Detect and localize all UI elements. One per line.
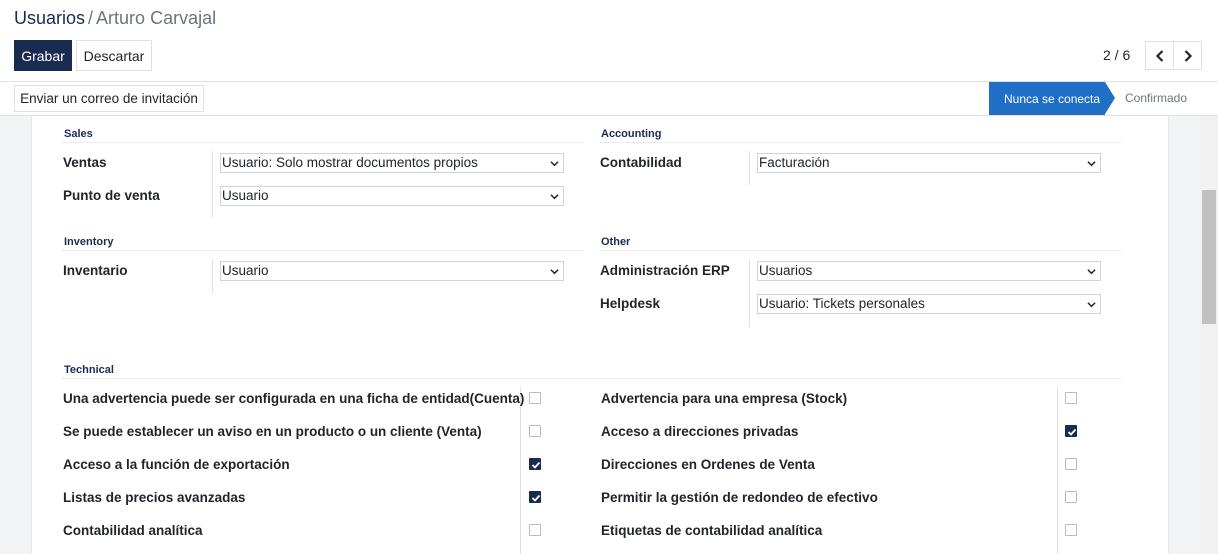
technical-left-checkbox[interactable] [529,458,541,470]
pager-previous-button[interactable] [1145,41,1174,70]
field-label-helpdesk: Helpdesk [600,296,661,311]
control-panel: Usuarios / Arturo Carvajal Grabar Descarta… [0,0,1218,82]
field-label-inventario: Inventario [63,263,128,278]
field-separator [520,387,521,554]
technical-right-checkbox[interactable] [1065,491,1077,503]
field-separator [1057,387,1058,554]
chevron-down-icon [1087,269,1096,275]
technical-right-label: Direcciones en Ordenes de Venta [601,457,815,472]
pager-value: 2 / 6 [1103,47,1131,63]
field-label-punto-de-venta: Punto de venta [63,188,160,203]
chevron-right-icon [1184,49,1192,62]
group-divider [62,378,1121,379]
field-label-contabilidad: Contabilidad [600,155,682,170]
group-title-accounting: Accounting [601,128,662,140]
helpdesk-select[interactable]: Usuario: Tickets personales [757,294,1101,314]
chevron-left-icon [1155,49,1164,62]
breadcrumb-current: Arturo Carvajal [96,8,217,28]
technical-right-label: Advertencia para una empresa (Stock) [601,391,848,406]
technical-right-checkbox[interactable] [1065,524,1077,536]
chevron-down-icon [1087,161,1096,167]
contabilidad-select[interactable]: Facturación [757,153,1101,173]
group-divider [62,142,584,143]
discard-button[interactable]: Descartar [76,40,152,71]
chevron-down-icon [550,161,559,167]
save-button[interactable]: Grabar [14,40,72,71]
breadcrumb-separator: / [88,8,94,28]
group-title-other: Other [601,236,631,248]
technical-left-checkbox[interactable] [529,392,541,404]
ventas-select-value: Usuario: Solo mostrar documentos propios [222,155,478,170]
ventas-select[interactable]: Usuario: Solo mostrar documentos propios [220,153,564,173]
technical-right-checkbox[interactable] [1065,425,1077,437]
stage-arrow [1105,82,1115,114]
group-divider [599,250,1121,251]
scrollbar-thumb[interactable] [1202,190,1216,324]
technical-left-label: Acceso a la función de exportación [63,457,290,472]
technical-left-checkbox[interactable] [529,524,541,536]
breadcrumb-root-link[interactable]: Usuarios [14,8,85,28]
technical-right-checkbox[interactable] [1065,458,1077,470]
chevron-down-icon [550,269,559,275]
technical-right-label: Permitir la gestión de redondeo de efect… [601,490,878,505]
group-divider [62,250,584,251]
chevron-down-icon [1087,302,1096,308]
scrollbar-track[interactable] [1200,116,1218,554]
administracion-erp-select-value: Usuarios [759,263,813,278]
technical-left-checkbox[interactable] [529,491,541,503]
technical-left-label: Listas de precios avanzadas [63,490,246,505]
inventario-select[interactable]: Usuario [220,261,564,281]
technical-left-label: Se puede establecer un aviso en un produ… [63,424,482,439]
punto-de-venta-select[interactable]: Usuario [220,186,564,206]
chevron-down-icon [550,194,559,200]
helpdesk-select-value: Usuario: Tickets personales [759,296,925,311]
punto-de-venta-select-value: Usuario [222,188,269,203]
send-invitation-button[interactable]: Enviar un correo de invitación [14,85,204,112]
administracion-erp-select[interactable]: Usuarios [757,261,1101,281]
stage-never-connected[interactable]: Nunca se conecta [989,82,1105,115]
group-title-inventory: Inventory [64,236,114,248]
checkmark-icon [531,494,541,502]
group-title-sales: Sales [64,128,93,140]
checkmark-icon [1067,428,1077,436]
statusbar: Enviar un correo de invitación Nunca se … [0,82,1218,116]
group-title-technical: Technical [64,364,114,376]
field-label-administracion-erp: Administración ERP [600,263,730,278]
field-separator [749,259,750,327]
inventario-select-value: Usuario [222,263,269,278]
technical-left-label: Una advertencia puede ser configurada en… [63,391,525,406]
field-separator [212,259,213,294]
field-separator [749,151,750,185]
pager-next-button[interactable] [1173,41,1202,70]
breadcrumb: Usuarios / Arturo Carvajal [14,8,216,29]
technical-right-checkbox[interactable] [1065,392,1077,404]
technical-left-label: Contabilidad analítica [63,523,203,538]
checkmark-icon [531,461,541,469]
group-divider [599,142,1121,143]
field-label-ventas: Ventas [63,155,107,170]
stage-confirmed[interactable]: Confirmado [1125,91,1187,105]
form-sheet [31,116,1169,554]
field-separator [212,151,213,218]
contabilidad-select-value: Facturación [759,155,830,170]
technical-right-label: Etiquetas de contabilidad analítica [601,523,823,538]
technical-left-checkbox[interactable] [529,425,541,437]
technical-right-label: Acceso a direcciones privadas [601,424,799,439]
